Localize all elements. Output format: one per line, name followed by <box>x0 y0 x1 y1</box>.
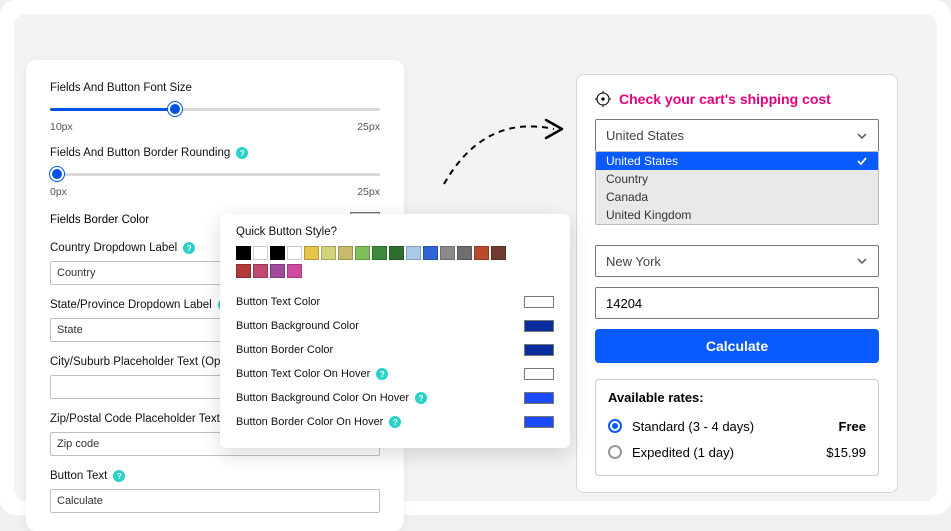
color-swatch[interactable] <box>270 246 285 260</box>
dropdown-option[interactable]: Country <box>596 170 878 188</box>
color-setting-label: Button Text Color <box>236 296 320 308</box>
popup-title: Quick Button Style? <box>236 226 554 238</box>
color-swatch[interactable] <box>355 246 370 260</box>
color-value-swatch[interactable] <box>524 368 554 380</box>
color-swatch[interactable] <box>253 246 268 260</box>
color-setting-label: Button Border Color On Hover <box>236 416 383 428</box>
color-swatch[interactable] <box>236 264 251 278</box>
color-swatch[interactable] <box>457 246 472 260</box>
color-swatch[interactable] <box>253 264 268 278</box>
country-select[interactable]: United States <box>595 119 879 151</box>
shipping-calculator: Check your cart's shipping cost United S… <box>576 74 898 493</box>
state-select-value: New York <box>606 254 661 269</box>
rate-name: Expedited (1 day) <box>632 445 734 460</box>
help-icon[interactable]: ? <box>113 470 125 482</box>
border-rounding-max: 25px <box>357 186 380 198</box>
color-setting-label: Button Text Color On Hover <box>236 368 370 380</box>
rate-price: $15.99 <box>826 445 866 460</box>
color-swatch[interactable] <box>474 246 489 260</box>
font-size-label: Fields And Button Font Size <box>50 82 380 94</box>
button-text-control: Button Text ? <box>50 470 380 513</box>
font-size-min: 10px <box>50 121 73 133</box>
border-rounding-min: 0px <box>50 186 67 198</box>
swatch-row-2 <box>236 264 554 278</box>
color-value-swatch[interactable] <box>524 392 554 404</box>
country-select-value: United States <box>606 128 684 143</box>
dropdown-option[interactable]: United Kingdom <box>596 206 878 224</box>
help-icon[interactable]: ? <box>236 147 248 159</box>
border-rounding-slider[interactable] <box>50 166 380 184</box>
arrow-icon <box>424 104 584 194</box>
color-value-swatch[interactable] <box>524 320 554 332</box>
color-swatch[interactable] <box>270 264 285 278</box>
zip-placeholder-label: Zip/Postal Code Placeholder Text <box>50 413 220 425</box>
color-setting-row: Button Border Color On Hover? <box>236 410 554 434</box>
country-dropdown: United StatesCountryCanadaUnited Kingdom <box>595 151 879 225</box>
color-swatch[interactable] <box>372 246 387 260</box>
color-setting-row: Button Background Color On Hover? <box>236 386 554 410</box>
dropdown-option[interactable]: Canada <box>596 188 878 206</box>
border-rounding-label: Fields And Button Border Rounding <box>50 147 230 159</box>
color-swatch[interactable] <box>440 246 455 260</box>
color-setting-label: Button Background Color On Hover <box>236 392 409 404</box>
radio-button[interactable] <box>608 419 622 433</box>
zip-input[interactable] <box>595 287 879 319</box>
shipping-rate-option[interactable]: Expedited (1 day) $15.99 <box>608 439 866 465</box>
rate-price: Free <box>839 419 866 434</box>
rate-name: Standard (3 - 4 days) <box>632 419 754 434</box>
color-value-swatch[interactable] <box>524 416 554 428</box>
calculate-button[interactable]: Calculate <box>595 329 879 363</box>
country-label-text: Country Dropdown Label <box>50 242 177 254</box>
color-setting-row: Button Text Color On Hover? <box>236 362 554 386</box>
font-size-control: Fields And Button Font Size 10px 25px <box>50 82 380 133</box>
fields-border-color-label: Fields Border Color <box>50 214 149 226</box>
color-setting-label: Button Background Color <box>236 320 359 332</box>
radio-button[interactable] <box>608 445 622 459</box>
color-setting-row: Button Border Color <box>236 338 554 362</box>
border-rounding-control: Fields And Button Border Rounding ? 0px … <box>50 147 380 198</box>
color-setting-label: Button Border Color <box>236 344 333 356</box>
help-icon[interactable]: ? <box>376 368 388 380</box>
button-text-label: Button Text <box>50 470 107 482</box>
chevron-down-icon <box>856 255 868 267</box>
color-swatch[interactable] <box>287 264 302 278</box>
button-text-input[interactable] <box>50 489 380 513</box>
color-swatch[interactable] <box>287 246 302 260</box>
state-label-text: State/Province Dropdown Label <box>50 299 212 311</box>
rates-box: Available rates: Standard (3 - 4 days) Fr… <box>595 379 879 476</box>
color-setting-row: Button Background Color <box>236 314 554 338</box>
color-swatch[interactable] <box>236 246 251 260</box>
button-style-popup: Quick Button Style? Button Text Color But… <box>220 214 570 448</box>
font-size-max: 25px <box>357 121 380 133</box>
rates-title: Available rates: <box>608 390 866 405</box>
help-icon[interactable]: ? <box>183 242 195 254</box>
help-icon[interactable]: ? <box>389 416 401 428</box>
chevron-down-icon <box>856 130 868 142</box>
color-setting-row: Button Text Color <box>236 290 554 314</box>
color-value-swatch[interactable] <box>524 344 554 356</box>
color-swatch[interactable] <box>338 246 353 260</box>
color-swatch[interactable] <box>491 246 506 260</box>
check-icon <box>856 155 868 167</box>
help-icon[interactable]: ? <box>415 392 427 404</box>
color-swatch[interactable] <box>321 246 336 260</box>
color-swatch[interactable] <box>389 246 404 260</box>
shipping-rate-option[interactable]: Standard (3 - 4 days) Free <box>608 413 866 439</box>
font-size-slider[interactable] <box>50 101 380 119</box>
color-swatch[interactable] <box>304 246 319 260</box>
swatch-row-1 <box>236 246 554 260</box>
location-icon <box>595 91 611 107</box>
color-swatch[interactable] <box>406 246 421 260</box>
calculator-title: Check your cart's shipping cost <box>619 91 831 107</box>
color-value-swatch[interactable] <box>524 296 554 308</box>
dropdown-option[interactable]: United States <box>596 152 878 170</box>
color-swatch[interactable] <box>423 246 438 260</box>
state-select[interactable]: New York <box>595 245 879 277</box>
